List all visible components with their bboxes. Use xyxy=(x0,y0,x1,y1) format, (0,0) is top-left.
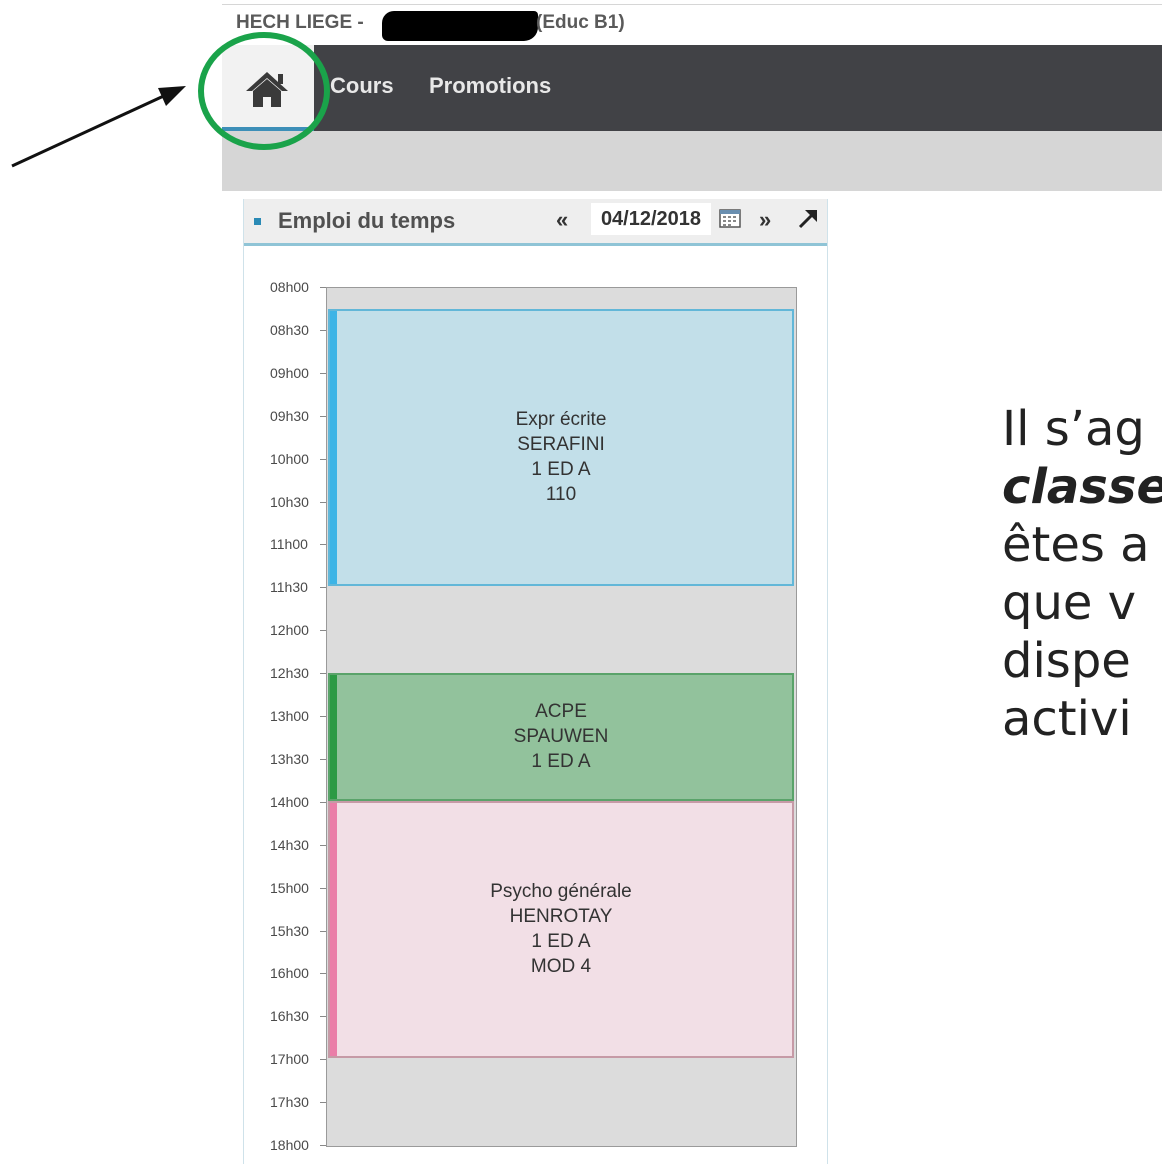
time-label: 10h30 xyxy=(270,493,309,510)
event-text-line: SERAFINI xyxy=(517,434,605,455)
time-label: 11h00 xyxy=(270,536,308,553)
slide-text: Il s’ag classe êtes a que v dispe activi xyxy=(1002,400,1162,748)
pointer-arrow xyxy=(11,86,186,168)
widget-title: Emploi du temps xyxy=(278,208,456,233)
event-text-line: Psycho générale xyxy=(490,881,632,902)
event-text-line: 1 ED A xyxy=(531,931,591,952)
time-label: 12h00 xyxy=(270,622,309,639)
time-label: 16h30 xyxy=(270,1008,309,1025)
event-acpe[interactable]: ACPE SPAUWEN 1 ED A xyxy=(328,673,794,801)
next-day-button[interactable]: » xyxy=(759,207,771,233)
time-label: 17h00 xyxy=(270,1051,309,1068)
event-text-line: Expr écrite xyxy=(515,409,607,430)
nav-cours[interactable]: Cours xyxy=(330,73,394,99)
slide-line-emphasis: classe xyxy=(1002,459,1162,515)
time-label: 09h30 xyxy=(270,407,309,424)
slide-line: êtes a xyxy=(1002,517,1150,573)
widget-bullet xyxy=(254,218,261,225)
time-label: 13h30 xyxy=(270,750,309,767)
event-psycho-generale[interactable]: Psycho générale HENROTAY 1 ED A MOD 4 xyxy=(328,801,794,1058)
expand-icon[interactable] xyxy=(796,207,820,231)
schedule-widget: Emploi du temps « 04/12/2018 » 08h00 08h3… xyxy=(243,199,828,1164)
window-title-bar: HECH LIEGE - (Educ B1) xyxy=(222,4,1162,45)
time-label: 15h30 xyxy=(270,922,309,939)
time-label: 14h30 xyxy=(270,836,309,853)
previous-day-button[interactable]: « xyxy=(556,207,568,233)
highlight-circle xyxy=(198,32,330,150)
date-field[interactable]: 04/12/2018 xyxy=(591,203,711,235)
event-text-line: MOD 4 xyxy=(530,956,592,977)
slide-line: activi xyxy=(1002,691,1132,747)
time-label: 08h00 xyxy=(270,279,309,295)
time-label: 14h00 xyxy=(270,793,309,810)
sub-toolbar xyxy=(222,131,1162,191)
time-label: 15h00 xyxy=(270,879,309,896)
time-label: 12h30 xyxy=(270,665,309,682)
event-text-line: 110 xyxy=(545,484,577,505)
time-label: 09h00 xyxy=(270,364,309,381)
event-text-line: 1 ED A xyxy=(531,751,591,772)
slide-line: Il s’ag xyxy=(1002,401,1145,457)
slide-line: dispe xyxy=(1002,633,1131,689)
time-label: 16h00 xyxy=(270,965,309,982)
calendar-icon[interactable] xyxy=(719,208,741,228)
event-text-line: 1 ED A xyxy=(531,459,591,480)
event-expr-ecrite[interactable]: Expr écrite SERAFINI 1 ED A 110 xyxy=(328,309,794,586)
time-label: 18h00 xyxy=(270,1137,309,1153)
time-label: 13h00 xyxy=(270,708,309,724)
time-label: 08h30 xyxy=(270,321,309,338)
main-nav: Cours Promotions xyxy=(222,45,1162,131)
class-name: (Educ B1) xyxy=(536,12,625,33)
nav-promotions[interactable]: Promotions xyxy=(429,73,551,99)
event-text-line: SPAUWEN xyxy=(513,726,609,747)
time-label: 10h00 xyxy=(270,450,309,467)
widget-header: Emploi du temps « 04/12/2018 » xyxy=(244,199,827,246)
time-label: 17h30 xyxy=(270,1094,309,1111)
event-text-line: HENROTAY xyxy=(509,906,613,927)
slide-line: que v xyxy=(1002,575,1137,631)
event-text-line: ACPE xyxy=(535,701,587,722)
redacted-name xyxy=(382,11,538,41)
time-label: 11h30 xyxy=(270,579,308,596)
